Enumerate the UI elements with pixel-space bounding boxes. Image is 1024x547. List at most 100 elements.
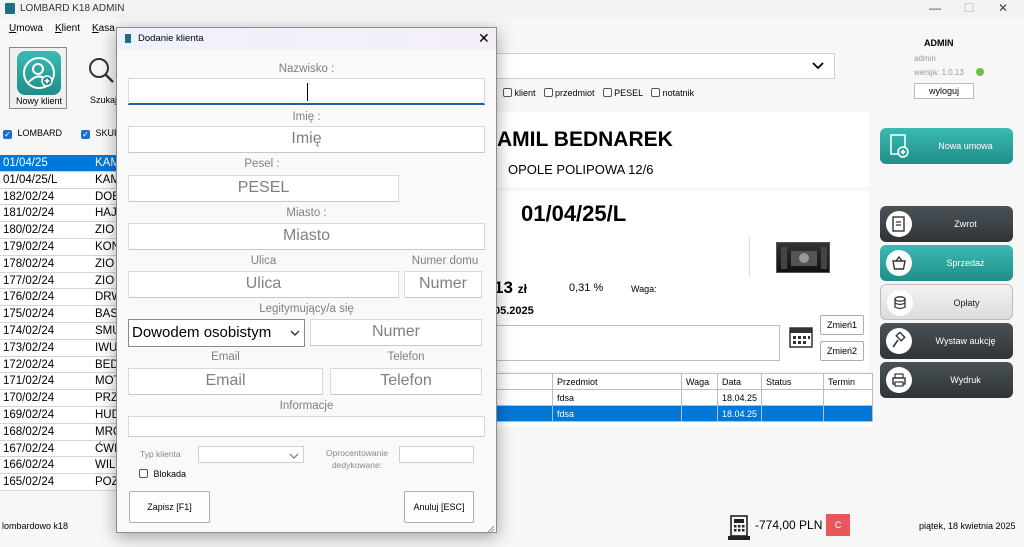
weight-label: Waga:: [631, 284, 657, 294]
id-type-select[interactable]: Dowodem osobistym: [128, 319, 305, 347]
list-item[interactable]: 170/02/24 PRZ: [0, 390, 122, 407]
dialog-title-bar: Dodanie klienta ✕: [117, 28, 496, 50]
change1-button[interactable]: Zmień1: [820, 315, 864, 335]
gavel-icon: [886, 328, 912, 354]
calendar-icon[interactable]: [788, 324, 814, 353]
menu-umowa[interactable]: Umowa: [9, 23, 43, 34]
client-type-label: Typ klienta: [140, 449, 181, 459]
sale-button[interactable]: Sprzedaż: [880, 245, 1013, 281]
search-combobox[interactable]: [492, 53, 835, 79]
add-client-dialog: Dodanie klienta ✕ Nazwisko : Imię : Imię…: [116, 27, 497, 533]
surname-input[interactable]: [128, 78, 485, 105]
logout-button[interactable]: wyloguj: [914, 83, 974, 99]
col-data[interactable]: Data: [716, 373, 763, 390]
info-input[interactable]: [128, 416, 485, 437]
table-header: Przedmiot Waga Data Status Termin: [492, 373, 873, 390]
close-button[interactable]: ✕: [986, 0, 1020, 18]
list-item[interactable]: 181/02/24 HAJ: [0, 205, 122, 223]
new-client-label: Nowy klient: [15, 96, 62, 106]
col-waga[interactable]: Waga: [681, 373, 718, 390]
city-label: Miasto :: [286, 207, 327, 219]
list-item[interactable]: 179/02/24 KON: [0, 238, 122, 256]
opt-klient[interactable]: klient: [503, 88, 536, 98]
id-number-input[interactable]: Numer: [310, 319, 482, 346]
list-item[interactable]: 174/02/24 SMU: [0, 322, 122, 340]
list-item[interactable]: 172/02/24 BED: [0, 356, 122, 374]
minimize-button[interactable]: —: [918, 0, 952, 18]
maximize-button[interactable]: ☐: [952, 0, 986, 18]
text-cursor: [307, 83, 308, 101]
cash-badge[interactable]: C: [826, 514, 850, 536]
col-termin[interactable]: Termin: [823, 373, 873, 390]
lombard-checkbox[interactable]: ✓: [3, 130, 12, 139]
document-add-icon: [886, 133, 912, 159]
list-item[interactable]: 165/02/24 POZ: [0, 474, 122, 491]
printer-icon: [886, 367, 912, 393]
change2-button[interactable]: Zmień2: [820, 341, 864, 361]
skup-checkbox[interactable]: ✓: [81, 130, 90, 139]
pesel-label: Pesel :: [244, 158, 280, 170]
col-przedmiot[interactable]: Przedmiot: [552, 373, 682, 390]
list-item[interactable]: 169/02/24 HUD: [0, 406, 122, 424]
dialog-close-icon[interactable]: ✕: [478, 30, 490, 47]
list-item[interactable]: 166/02/24 WIL: [0, 457, 122, 475]
return-button[interactable]: Zwrot: [880, 206, 1013, 242]
list-item[interactable]: 182/02/24 DOB: [0, 188, 122, 206]
list-item[interactable]: 178/02/24 ZIO: [0, 255, 122, 273]
cash-register-icon[interactable]: [727, 514, 751, 545]
resize-grip-icon[interactable]: [487, 524, 495, 533]
filter-lombard[interactable]: ✓ LOMBARD: [3, 128, 62, 139]
notes-field[interactable]: [492, 325, 780, 361]
new-contract-button[interactable]: Nowa umowa: [880, 128, 1013, 164]
list-item[interactable]: 167/02/24 ĆWI: [0, 440, 122, 458]
col-status[interactable]: Status: [761, 373, 825, 390]
cancel-button[interactable]: Anuluj [ESC]: [404, 491, 474, 523]
contract-client: WIL: [95, 459, 116, 472]
menu-kasa[interactable]: Kasa: [92, 23, 115, 34]
item-photo[interactable]: [776, 242, 830, 273]
cash-balance: -774,00 PLN: [755, 518, 823, 532]
block-checkbox[interactable]: [139, 469, 148, 478]
filter-skup[interactable]: ✓ SKUP: [81, 128, 120, 139]
contract-list: 01/04/25 KAM 01/04/25/L KAM 182/02/24 DOB 181/…: [0, 155, 122, 491]
contract-id: 181/02/24: [3, 207, 55, 220]
table-row[interactable]: fdsa 18.04.25: [492, 389, 873, 406]
list-item[interactable]: 180/02/24 ZIO: [0, 222, 122, 239]
return-label: Zwrot: [954, 219, 977, 229]
phone-input[interactable]: Telefon: [330, 368, 482, 395]
name-input[interactable]: Imię: [128, 126, 485, 153]
search-button[interactable]: Szukaj: [80, 47, 120, 109]
client-address: OPOLE POLIPOWA 12/6: [508, 162, 654, 177]
street-input[interactable]: Ulica: [128, 271, 399, 298]
client-type-select[interactable]: [198, 446, 304, 463]
save-button[interactable]: Zapisz [F1]: [129, 491, 210, 523]
email-input[interactable]: Email: [128, 368, 323, 395]
chevron-down-icon: [289, 451, 299, 463]
list-item[interactable]: 173/02/24 IWU: [0, 339, 122, 357]
block-checkbox-row[interactable]: Blokada: [139, 469, 186, 479]
list-item[interactable]: 01/04/25 KAM: [0, 155, 122, 172]
new-client-button[interactable]: Nowy klient: [9, 47, 67, 109]
interest-input[interactable]: [399, 446, 474, 463]
pesel-input[interactable]: PESEL: [128, 175, 399, 202]
list-item[interactable]: 171/02/24 MOT: [0, 373, 122, 391]
list-item[interactable]: 176/02/24 DRW: [0, 289, 122, 307]
opt-pesel[interactable]: PESEL: [602, 88, 643, 98]
contract-amount: 13 zł: [494, 278, 527, 297]
house-number-input[interactable]: Numer: [404, 271, 482, 298]
contract-id: 175/02/24: [3, 308, 55, 321]
opt-notatnik[interactable]: notatnik: [651, 88, 694, 98]
list-item[interactable]: 175/02/24 BAS: [0, 306, 122, 323]
fees-button[interactable]: Opłaty: [880, 284, 1013, 320]
list-item[interactable]: 177/02/24 ZIO: [0, 272, 122, 290]
list-item[interactable]: 168/02/24 MRO: [0, 423, 122, 441]
menu-klient[interactable]: Klient: [55, 23, 80, 34]
print-button[interactable]: Wydruk: [880, 362, 1013, 398]
city-input[interactable]: Miasto: [128, 223, 485, 250]
list-item[interactable]: 01/04/25/L KAM: [0, 171, 122, 189]
contract-id: 177/02/24: [3, 274, 55, 287]
table-row[interactable]: fdsa 18.04.25: [492, 405, 873, 422]
opt-przedmiot[interactable]: przedmiot: [543, 88, 595, 98]
auction-button[interactable]: Wystaw aukcję: [880, 323, 1013, 359]
auction-label: Wystaw aukcję: [935, 336, 996, 346]
